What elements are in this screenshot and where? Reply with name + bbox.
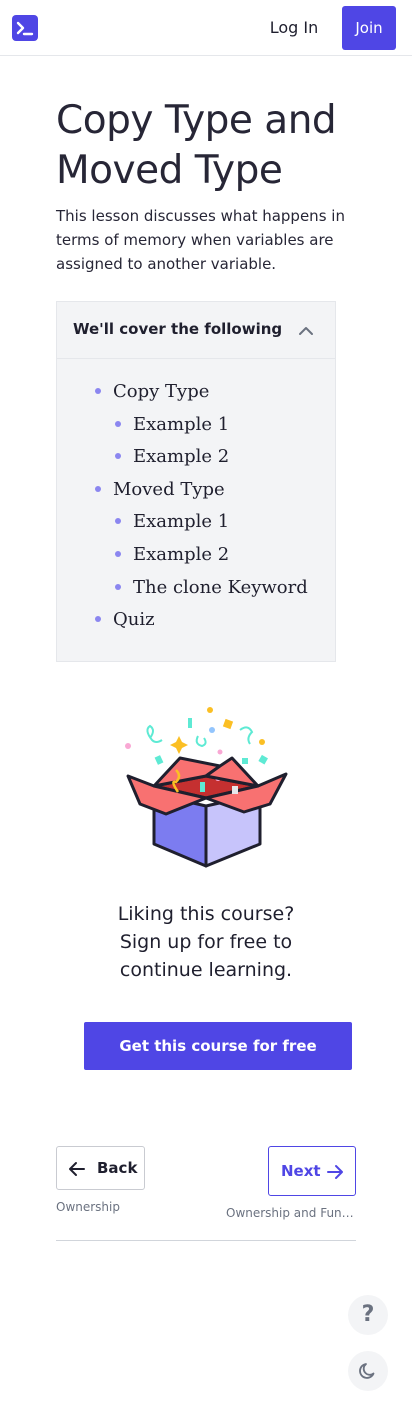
bullet-icon	[115, 421, 121, 427]
bullet-icon	[95, 616, 101, 622]
table-of-contents: We'll cover the following Copy Type Exam…	[56, 301, 336, 662]
next-lesson-title[interactable]: Ownership and Functi...	[226, 1206, 356, 1220]
theme-toggle-button[interactable]	[348, 1351, 388, 1391]
login-button[interactable]: Log In	[258, 14, 330, 42]
join-button[interactable]: Join	[342, 6, 396, 50]
bullet-icon	[115, 453, 121, 459]
back-label: Back	[97, 1159, 138, 1177]
get-course-button[interactable]: Get this course for free	[84, 1022, 352, 1070]
back-button[interactable]: Back	[56, 1146, 145, 1190]
toc-heading: We'll cover the following	[73, 320, 283, 338]
toc-item-label: Example 2	[133, 446, 230, 467]
next-label: Next	[281, 1162, 321, 1180]
bullet-icon	[95, 486, 101, 492]
divider	[56, 1240, 356, 1241]
arrow-left-icon	[69, 1162, 85, 1176]
chevron-up-icon[interactable]	[297, 322, 315, 340]
help-button[interactable]: ?	[348, 1295, 388, 1335]
toc-item-label: Example 1	[133, 511, 230, 532]
toc-item-label: Example 2	[133, 544, 230, 565]
toc-item-label: Example 1	[133, 414, 230, 435]
toc-item-label: Moved Type	[113, 479, 225, 500]
gift-box-confetti-illustration	[125, 707, 288, 868]
toc-item-label: Quiz	[113, 609, 155, 630]
toc-header[interactable]: We'll cover the following	[57, 302, 335, 359]
bullet-icon	[115, 584, 121, 590]
bullet-icon	[95, 388, 101, 394]
signup-prompt: Liking this course? Sign up for free to …	[117, 903, 295, 981]
next-button[interactable]: Next	[268, 1146, 356, 1196]
lesson-description: This lesson discusses what happens in te…	[56, 207, 345, 273]
top-navbar: Log In Join	[0, 0, 412, 56]
bullet-icon	[115, 518, 121, 524]
help-icon: ?	[361, 1302, 375, 1327]
arrow-right-icon	[327, 1165, 343, 1179]
terminal-icon[interactable]	[12, 15, 38, 41]
moon-icon	[359, 1363, 375, 1379]
toc-item-label: Copy Type	[113, 381, 210, 402]
previous-lesson-title[interactable]: Ownership	[56, 1200, 120, 1214]
toc-item-label: The clone Keyword	[133, 577, 308, 598]
page-title: Copy Type and Moved Type	[56, 98, 337, 193]
bullet-icon	[115, 551, 121, 557]
